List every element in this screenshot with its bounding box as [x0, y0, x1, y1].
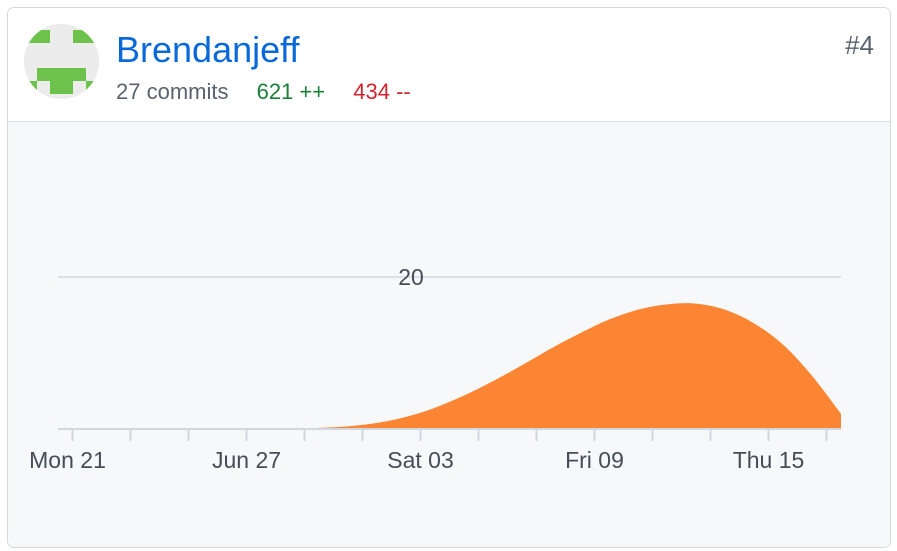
x-tick-label: Fri 09: [565, 447, 624, 473]
contributor-header: Brendanjeff #4 27 commits 621 ++ 434 --: [8, 8, 890, 122]
contributor-card: Brendanjeff #4 27 commits 621 ++ 434 -- …: [7, 7, 891, 548]
commit-activity-chart: 20 Mon 21 Jun 27 Sat 03 Fri 09 Thu 15: [8, 122, 890, 547]
additions-count: 621 ++: [256, 79, 326, 104]
chart-svg: 20 Mon 21 Jun 27 Sat 03 Fri 09 Thu 15: [29, 264, 841, 473]
deletions-count: 434 --: [353, 79, 411, 104]
contributor-rank: #4: [845, 30, 874, 60]
x-tick-label: Mon 21: [29, 447, 106, 473]
x-axis-ticks: [71, 429, 828, 441]
commits-count-link[interactable]: 27 commits: [116, 79, 228, 104]
identicon-icon: [24, 24, 99, 99]
contributor-stats: 27 commits 621 ++ 434 --: [116, 78, 433, 106]
x-tick-label: Thu 15: [733, 447, 805, 473]
x-tick-label: Sat 03: [387, 447, 454, 473]
commit-area-series: [58, 303, 841, 429]
avatar[interactable]: [24, 24, 99, 99]
contributor-name-link[interactable]: Brendanjeff: [116, 28, 299, 72]
x-axis-labels: Mon 21 Jun 27 Sat 03 Fri 09 Thu 15: [29, 447, 804, 473]
y-tick-label: 20: [398, 264, 424, 290]
x-tick-label: Jun 27: [212, 447, 281, 473]
